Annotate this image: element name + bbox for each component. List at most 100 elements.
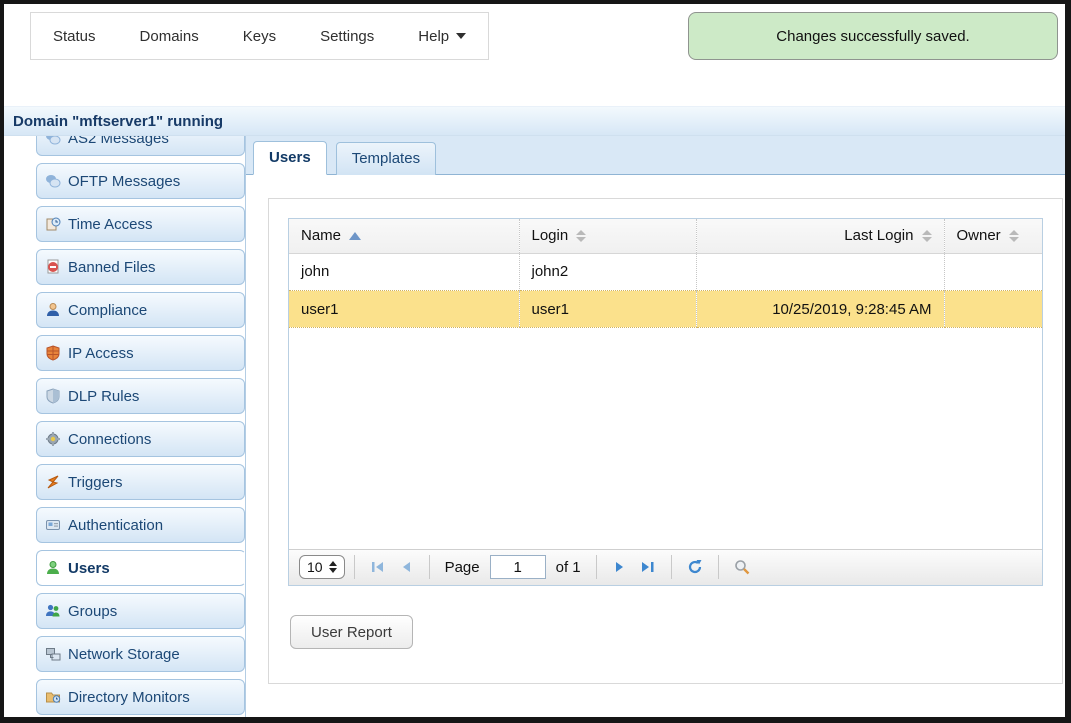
menu-status[interactable]: Status bbox=[53, 28, 96, 45]
sidebar-item-label: Time Access bbox=[68, 216, 152, 233]
cell-last-login: 10/25/2019, 9:28:45 AM bbox=[696, 291, 944, 328]
sidebar-item-connections[interactable]: Connections bbox=[36, 421, 245, 457]
domain-status-text: Domain "mftserver1" running bbox=[13, 113, 223, 130]
column-header-login[interactable]: Login bbox=[519, 219, 696, 253]
menu-domains[interactable]: Domains bbox=[140, 28, 199, 45]
menu-settings[interactable]: Settings bbox=[320, 28, 374, 45]
messages-icon bbox=[45, 136, 61, 146]
menu-help[interactable]: Help bbox=[418, 28, 466, 45]
pagination-bar: 10 Page bbox=[289, 549, 1042, 585]
cell-login: user1 bbox=[519, 291, 696, 328]
sidebar-item-label: Directory Monitors bbox=[68, 689, 190, 706]
sidebar-item-label: Groups bbox=[68, 603, 117, 620]
top-bar: Status Domains Keys Settings Help Change… bbox=[4, 4, 1065, 106]
column-header-name[interactable]: Name bbox=[289, 219, 519, 253]
previous-page-button[interactable] bbox=[395, 555, 417, 579]
cell-login: john2 bbox=[519, 254, 696, 291]
menu-help-label: Help bbox=[418, 28, 449, 45]
sidebar-item-as2-messages[interactable]: AS2 Messages bbox=[36, 136, 245, 156]
refresh-button[interactable] bbox=[684, 555, 706, 579]
sidebar-item-users[interactable]: Users bbox=[36, 550, 245, 586]
sidebar-item-label: Triggers bbox=[68, 474, 122, 491]
sort-both-icon bbox=[922, 230, 932, 242]
chevron-down-icon bbox=[456, 33, 466, 39]
table-row-selected[interactable]: user1 user1 10/25/2019, 9:28:45 AM bbox=[289, 291, 1042, 328]
cell-owner bbox=[944, 291, 1042, 328]
users-icon bbox=[45, 560, 61, 576]
compliance-icon bbox=[45, 302, 61, 318]
divider bbox=[429, 555, 430, 579]
sidebar-item-label: Connections bbox=[68, 431, 151, 448]
sidebar: AS2 Messages OFTP Messages Time Access B… bbox=[4, 136, 245, 717]
groups-icon bbox=[45, 603, 61, 619]
previous-page-icon bbox=[400, 561, 412, 573]
cell-owner bbox=[944, 254, 1042, 291]
tab-strip: Users Templates bbox=[246, 136, 1065, 175]
messages-icon bbox=[45, 173, 61, 189]
page-of-label: of 1 bbox=[556, 559, 581, 576]
column-label: Last Login bbox=[844, 227, 913, 244]
cell-name: user1 bbox=[289, 291, 519, 328]
first-page-button[interactable] bbox=[367, 555, 389, 579]
sidebar-item-compliance[interactable]: Compliance bbox=[36, 292, 245, 328]
column-header-owner[interactable]: Owner bbox=[944, 219, 1042, 253]
sidebar-item-authentication[interactable]: Authentication bbox=[36, 507, 245, 543]
sidebar-item-triggers[interactable]: Triggers bbox=[36, 464, 245, 500]
users-tab-panel: Name Login Last Login Owne bbox=[246, 175, 1065, 717]
sort-both-icon bbox=[576, 230, 586, 242]
sidebar-item-banned-files[interactable]: Banned Files bbox=[36, 249, 245, 285]
refresh-icon bbox=[687, 559, 703, 575]
sidebar-item-ip-access[interactable]: IP Access bbox=[36, 335, 245, 371]
page-label: Page bbox=[445, 559, 480, 576]
user-report-button[interactable]: User Report bbox=[290, 615, 413, 649]
divider bbox=[718, 555, 719, 579]
search-icon bbox=[734, 559, 750, 575]
sidebar-item-time-access[interactable]: Time Access bbox=[36, 206, 245, 242]
sidebar-item-label: IP Access bbox=[68, 345, 134, 362]
sidebar-item-label: Compliance bbox=[68, 302, 147, 319]
page-size-value: 10 bbox=[307, 559, 323, 575]
tab-users[interactable]: Users bbox=[253, 141, 327, 175]
page-number-input[interactable] bbox=[490, 555, 546, 579]
success-alert: Changes successfully saved. bbox=[688, 12, 1058, 60]
table-row[interactable]: john john2 bbox=[289, 254, 1042, 291]
users-panel: Name Login Last Login Owne bbox=[268, 198, 1063, 684]
directory-monitors-icon bbox=[45, 689, 61, 705]
domain-status-bar: Domain "mftserver1" running bbox=[4, 106, 1065, 136]
dlp-rules-icon bbox=[45, 388, 61, 404]
divider bbox=[596, 555, 597, 579]
sidebar-item-network-storage[interactable]: Network Storage bbox=[36, 636, 245, 672]
next-page-button[interactable] bbox=[609, 555, 631, 579]
search-button[interactable] bbox=[731, 555, 753, 579]
network-storage-icon bbox=[45, 646, 61, 662]
last-page-icon bbox=[641, 561, 655, 573]
time-access-icon bbox=[45, 216, 61, 232]
sidebar-item-oftp-messages[interactable]: OFTP Messages bbox=[36, 163, 245, 199]
main-menu: Status Domains Keys Settings Help bbox=[30, 12, 489, 60]
sidebar-item-label: OFTP Messages bbox=[68, 173, 180, 190]
divider bbox=[354, 555, 355, 579]
tab-templates[interactable]: Templates bbox=[336, 142, 436, 175]
column-label: Login bbox=[532, 227, 569, 244]
sidebar-item-label: Users bbox=[68, 560, 110, 577]
sidebar-item-label: AS2 Messages bbox=[68, 136, 169, 147]
banned-files-icon bbox=[45, 259, 61, 275]
sidebar-item-groups[interactable]: Groups bbox=[36, 593, 245, 629]
sidebar-item-dlp-rules[interactable]: DLP Rules bbox=[36, 378, 245, 414]
page-size-select[interactable]: 10 bbox=[299, 555, 345, 579]
cell-name: john bbox=[289, 254, 519, 291]
menu-keys[interactable]: Keys bbox=[243, 28, 276, 45]
column-label: Owner bbox=[957, 227, 1001, 244]
column-header-last-login[interactable]: Last Login bbox=[696, 219, 944, 253]
sort-both-icon bbox=[1009, 230, 1019, 242]
success-alert-text: Changes successfully saved. bbox=[776, 28, 969, 45]
next-page-icon bbox=[614, 561, 626, 573]
sort-asc-icon bbox=[349, 232, 361, 240]
last-page-button[interactable] bbox=[637, 555, 659, 579]
cell-last-login bbox=[696, 254, 944, 291]
connections-icon bbox=[45, 431, 61, 447]
sidebar-item-directory-monitors[interactable]: Directory Monitors bbox=[36, 679, 245, 715]
ip-access-icon bbox=[45, 345, 61, 361]
sidebar-item-label: DLP Rules bbox=[68, 388, 139, 405]
sidebar-item-label: Banned Files bbox=[68, 259, 156, 276]
